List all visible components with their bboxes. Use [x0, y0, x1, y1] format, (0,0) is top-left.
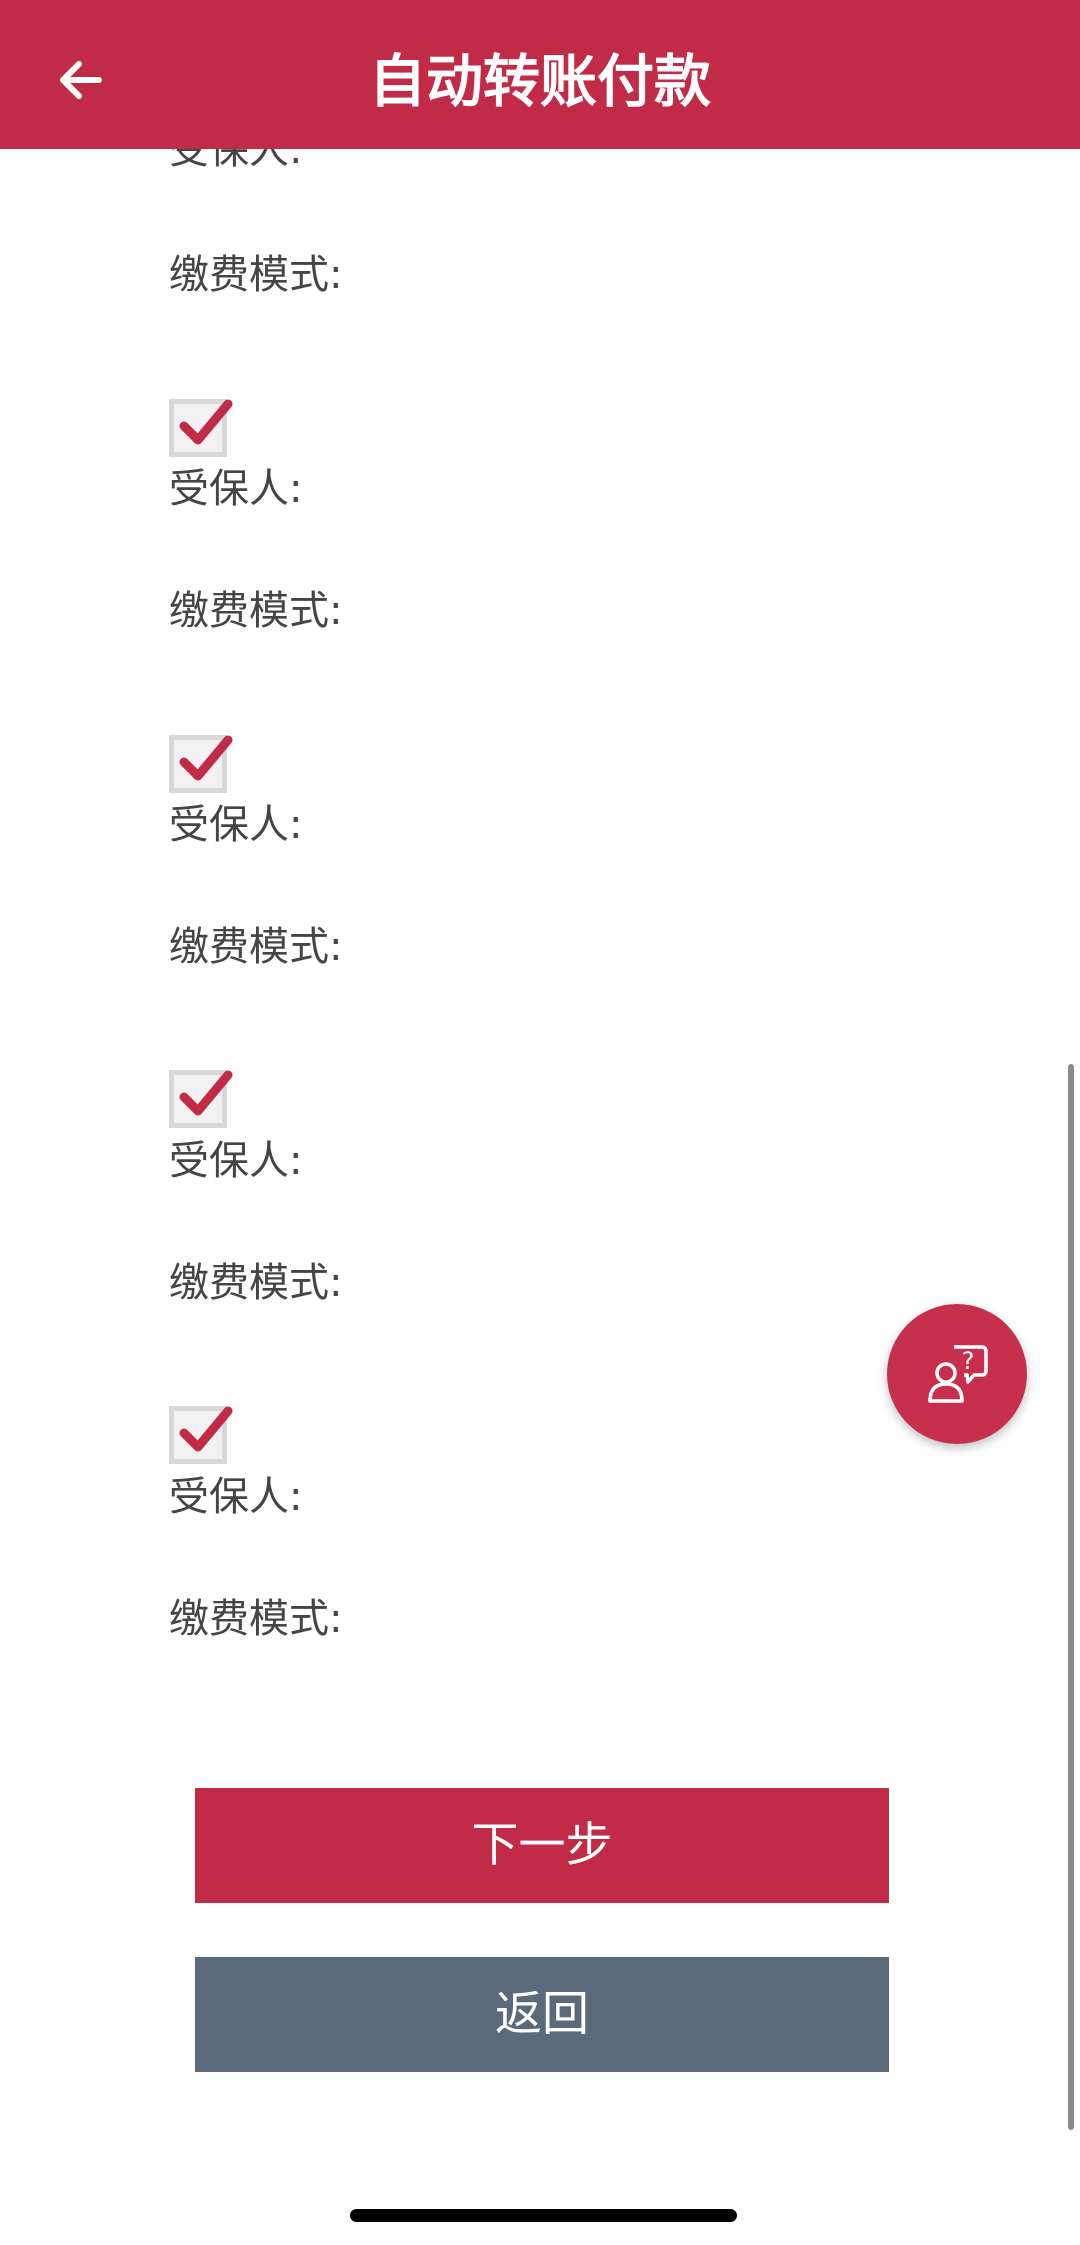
policy-checkbox[interactable] — [169, 735, 233, 793]
payment-mode-label: 缴费模式: — [169, 1596, 343, 1642]
checkmark-icon — [179, 735, 233, 781]
scrollbar[interactable] — [1068, 1064, 1074, 2130]
checkmark-icon — [179, 1070, 233, 1116]
back-button[interactable]: 返回 — [195, 1957, 889, 2072]
customer-support-button[interactable]: ? — [887, 1304, 1027, 1444]
policy-list: 受保人: 缴费模式: 受保人: 缴费模式: 受保人: 缴费模式: 受保人: 缴费… — [0, 0, 1080, 2245]
customer-support-icon: ? — [928, 1345, 988, 1403]
policy-checkbox[interactable] — [169, 1406, 233, 1464]
insured-label: 受保人: — [169, 1138, 303, 1184]
payment-mode-label: 缴费模式: — [169, 252, 343, 298]
svg-text:?: ? — [962, 1347, 975, 1375]
payment-mode-label: 缴费模式: — [169, 588, 343, 634]
page-title: 自动转账付款 — [369, 49, 711, 115]
payment-mode-label: 缴费模式: — [169, 924, 343, 970]
insured-label: 受保人: — [169, 1474, 303, 1520]
insured-label: 受保人: — [169, 802, 303, 848]
next-step-button[interactable]: 下一步 — [195, 1788, 889, 1903]
app-header: 自动转账付款 — [0, 0, 1080, 149]
home-indicator — [350, 2209, 737, 2222]
policy-checkbox[interactable] — [169, 399, 233, 457]
checkmark-icon — [179, 399, 233, 445]
checkmark-icon — [179, 1406, 233, 1452]
policy-checkbox[interactable] — [169, 1070, 233, 1128]
insured-label: 受保人: — [169, 466, 303, 512]
payment-mode-label: 缴费模式: — [169, 1260, 343, 1306]
